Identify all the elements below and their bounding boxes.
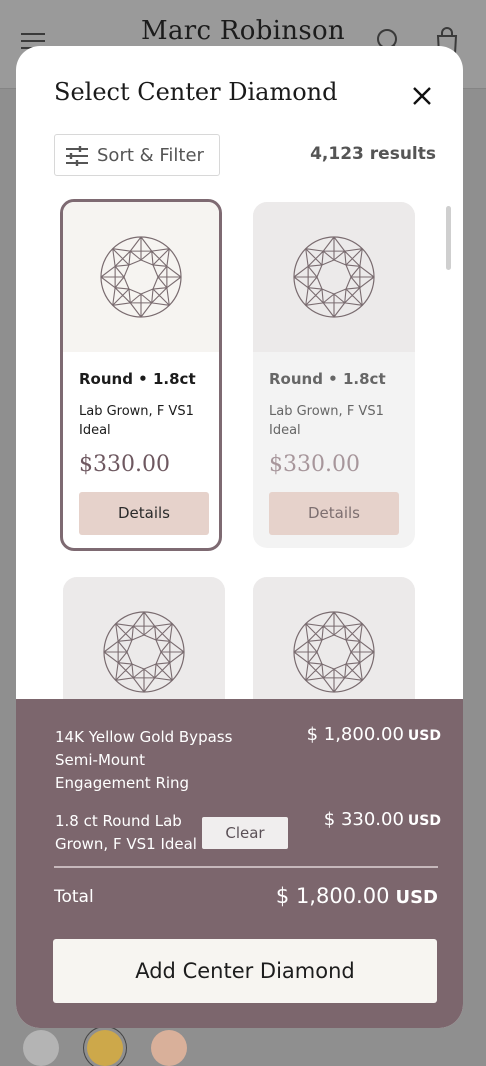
diamond-price-currency: USD [407, 813, 441, 829]
diamond-price-amount: $ 330.00 [323, 809, 404, 830]
setting-price: $ 1,800.00 USD [307, 724, 441, 745]
details-button[interactable]: Details [269, 492, 399, 535]
setting-name: 14K Yellow Gold Bypass Semi-Mount Engage… [55, 728, 233, 792]
add-center-diamond-button[interactable]: Add Center Diamond [53, 939, 437, 1003]
total-amount: $ 1,800.00 [275, 884, 390, 908]
diamond-card[interactable] [63, 577, 225, 701]
diamond-facets [103, 611, 185, 693]
diamond-facets [100, 236, 182, 318]
details-button[interactable]: Details [79, 492, 209, 535]
metal-swatch-rose[interactable] [151, 1030, 187, 1066]
brand-logo[interactable]: Marc Robinson [0, 16, 486, 46]
diamond-card[interactable]: Round • 1.8ct Lab Grown, F VS1 Ideal $33… [253, 202, 415, 548]
diamond-image [253, 202, 415, 352]
card-description: Lab Grown, F VS1 Ideal [269, 404, 384, 438]
diamond-card[interactable]: Round • 1.8ct Lab Grown, F VS1 Ideal $33… [60, 199, 222, 551]
sort-filter-button[interactable]: Sort & Filter [54, 134, 220, 176]
order-summary: 14K Yellow Gold Bypass Semi-Mount Engage… [16, 699, 463, 1028]
total-currency: USD [395, 887, 438, 908]
card-title: Round • 1.8ct [79, 370, 196, 388]
close-icon[interactable] [408, 82, 436, 110]
card-description: Lab Grown, F VS1 Ideal [79, 404, 194, 438]
grid-scrollbar[interactable] [446, 206, 451, 270]
results-count: 4,123 results [310, 144, 436, 164]
select-diamond-modal: Select Center Diamond Sort & Filter 4,12… [16, 46, 463, 1028]
card-price: $330.00 [269, 452, 360, 477]
diamond-name: 1.8 ct Round Lab Grown, F VS1 Ideal [55, 812, 197, 853]
diamond-image [63, 202, 219, 352]
metal-swatch-white[interactable] [23, 1030, 59, 1066]
diamond-facets [293, 236, 375, 318]
diamond-price: $ 330.00 USD [324, 809, 441, 830]
card-title: Round • 1.8ct [269, 370, 386, 388]
sliders-icon [66, 146, 88, 166]
diamond-image [63, 577, 225, 701]
diamond-card[interactable] [253, 577, 415, 701]
modal-title: Select Center Diamond [54, 78, 338, 106]
clear-diamond-button[interactable]: Clear [202, 817, 288, 849]
summary-divider [54, 866, 438, 868]
total-value: $ 1,800.00 USD [276, 884, 438, 908]
round-diamond-icon [293, 611, 375, 693]
diamond-facets [293, 611, 375, 693]
setting-price-currency: USD [407, 728, 441, 744]
metal-swatch-yellow[interactable] [87, 1030, 123, 1066]
diamond-grid: Round • 1.8ct Lab Grown, F VS1 Ideal $33… [16, 196, 463, 701]
card-price: $330.00 [79, 452, 170, 477]
round-diamond-icon [293, 236, 375, 318]
setting-price-amount: $ 1,800.00 [306, 724, 404, 745]
round-diamond-icon [100, 236, 182, 318]
diamond-image [253, 577, 415, 701]
round-diamond-icon [103, 611, 185, 693]
total-label: Total [54, 887, 94, 907]
sort-filter-label: Sort & Filter [97, 145, 204, 166]
